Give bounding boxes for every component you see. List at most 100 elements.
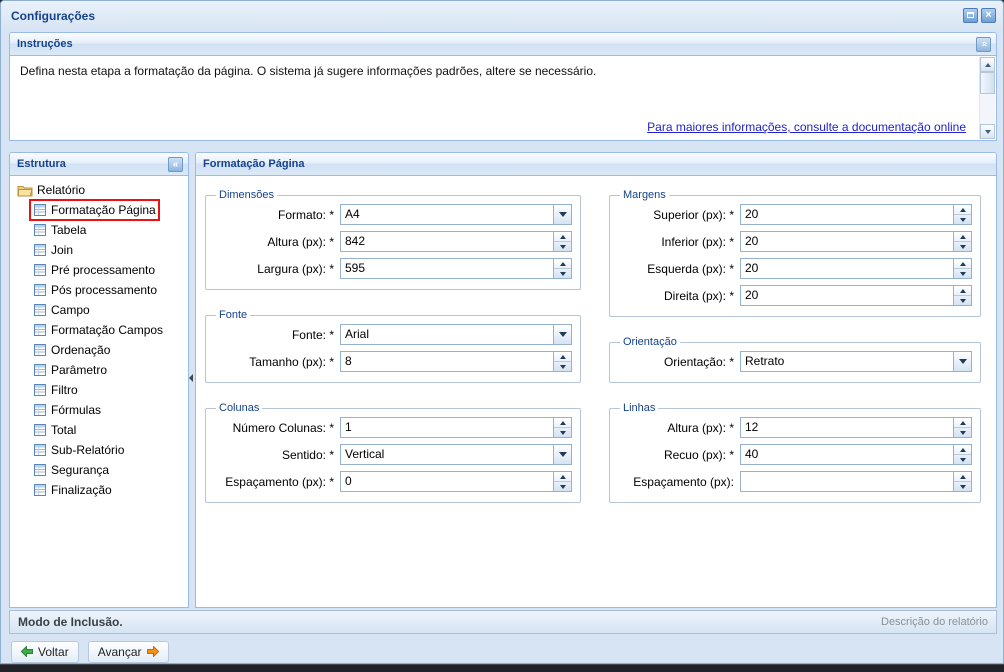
spinner-buttons[interactable] xyxy=(953,205,971,224)
spinner-up-button[interactable] xyxy=(954,259,971,269)
close-window-button[interactable]: × xyxy=(981,8,996,23)
fieldset-legend: Orientação xyxy=(620,336,680,348)
tree-item-formatacao-pagina[interactable]: Formatação Página xyxy=(10,200,188,220)
avancar-button[interactable]: Avançar xyxy=(88,641,169,663)
spinner-up-button[interactable] xyxy=(954,205,971,215)
spinner-down-button[interactable] xyxy=(954,455,971,464)
spinner-down-button[interactable] xyxy=(554,269,571,278)
spinner-buttons[interactable] xyxy=(953,418,971,437)
tree-item-formatacao-campos[interactable]: Formatação Campos xyxy=(10,320,188,340)
tree-item-total[interactable]: Total xyxy=(10,420,188,440)
spinner-up-button[interactable] xyxy=(554,418,571,428)
restore-window-button[interactable] xyxy=(963,8,978,23)
dropdown-trigger-icon[interactable] xyxy=(953,352,971,371)
dropdown-trigger-icon[interactable] xyxy=(553,205,571,224)
tree-item-filtro[interactable]: Filtro xyxy=(10,380,188,400)
splitter-collapse-arrow[interactable] xyxy=(189,374,193,382)
tree-root-relatorio[interactable]: Relatório xyxy=(10,180,188,200)
spinner-buttons[interactable] xyxy=(553,259,571,278)
scrollbar-thumb[interactable] xyxy=(980,72,995,94)
dropdown-trigger-icon[interactable] xyxy=(553,325,571,344)
scrollbar-track[interactable] xyxy=(980,94,995,124)
spinner-espacamento-px[interactable] xyxy=(740,471,972,492)
spinner-buttons[interactable] xyxy=(553,232,571,251)
spinner-buttons[interactable] xyxy=(953,232,971,251)
combo-fonte[interactable]: Arial xyxy=(340,324,572,345)
spinner-direita-px[interactable]: 20 xyxy=(740,285,972,306)
tree-item-pre-processamento[interactable]: Pré processamento xyxy=(10,260,188,280)
form-field-row: Espaçamento (px): xyxy=(618,471,972,492)
spinner-altura-px[interactable]: 12 xyxy=(740,417,972,438)
spinner-up-button[interactable] xyxy=(954,286,971,296)
spinner-up-button[interactable] xyxy=(554,472,571,482)
spinner-down-button[interactable] xyxy=(954,215,971,224)
spinner-down-button[interactable] xyxy=(554,242,571,251)
combo-sentido[interactable]: Vertical xyxy=(340,444,572,465)
spinner-numero-colunas[interactable]: 1 xyxy=(340,417,572,438)
spinner-buttons[interactable] xyxy=(553,472,571,491)
spinner-down-button[interactable] xyxy=(954,482,971,491)
spinner-up-button[interactable] xyxy=(554,259,571,269)
fieldset-legend: Colunas xyxy=(216,402,262,414)
fieldset-legend: Dimensões xyxy=(216,189,277,201)
instructions-body: Defina nesta etapa a formatação da págin… xyxy=(10,56,996,140)
tree-item-join[interactable]: Join xyxy=(10,240,188,260)
spinner-down-button[interactable] xyxy=(954,269,971,278)
combo-orientacao[interactable]: Retrato xyxy=(740,351,972,372)
documentation-link[interactable]: Para maiores informações, consulte a doc… xyxy=(647,120,966,134)
instructions-panel-header: Instruções « xyxy=(10,33,996,56)
tree-item-sub-relatorio[interactable]: Sub-Relatório xyxy=(10,440,188,460)
spinner-altura-px[interactable]: 842 xyxy=(340,231,572,252)
tree-item-finalizacao[interactable]: Finalização xyxy=(10,480,188,500)
spinner-tamanho-px[interactable]: 8 xyxy=(340,351,572,372)
field-value: Arial xyxy=(345,325,369,344)
collapse-estrutura-button[interactable]: « xyxy=(168,157,183,172)
fieldset-dimensoes: DimensõesFormato: *A4Altura (px): *842La… xyxy=(205,189,581,290)
report-node-icon xyxy=(33,203,47,217)
form-panel-header: Formatação Página xyxy=(196,153,996,176)
window-titlebar[interactable]: Configurações × xyxy=(1,1,1003,30)
spinner-up-button[interactable] xyxy=(954,232,971,242)
field-label: Superior (px): * xyxy=(618,208,740,222)
tree-item-seguranca[interactable]: Segurança xyxy=(10,460,188,480)
spinner-buttons[interactable] xyxy=(953,259,971,278)
spinner-inferior-px[interactable]: 20 xyxy=(740,231,972,252)
spinner-up-button[interactable] xyxy=(954,445,971,455)
spinner-up-button[interactable] xyxy=(954,418,971,428)
voltar-button[interactable]: Voltar xyxy=(11,641,79,663)
spinner-buttons[interactable] xyxy=(553,352,571,371)
spinner-largura-px[interactable]: 595 xyxy=(340,258,572,279)
dropdown-trigger-icon[interactable] xyxy=(553,445,571,464)
spinner-esquerda-px[interactable]: 20 xyxy=(740,258,972,279)
spinner-up-button[interactable] xyxy=(954,472,971,482)
tree-item-formulas[interactable]: Fórmulas xyxy=(10,400,188,420)
spinner-buttons[interactable] xyxy=(953,286,971,305)
spinner-down-button[interactable] xyxy=(954,242,971,251)
spinner-buttons[interactable] xyxy=(953,472,971,491)
form-field-row: Recuo (px): *40 xyxy=(618,444,972,465)
field-label: Formato: * xyxy=(214,208,340,222)
spinner-down-button[interactable] xyxy=(954,296,971,305)
tree-item-campo[interactable]: Campo xyxy=(10,300,188,320)
spinner-espacamento-px[interactable]: 0 xyxy=(340,471,572,492)
spinner-buttons[interactable] xyxy=(953,445,971,464)
tree-item-tabela[interactable]: Tabela xyxy=(10,220,188,240)
tree-item-ordenacao[interactable]: Ordenação xyxy=(10,340,188,360)
spinner-down-button[interactable] xyxy=(554,428,571,437)
tree-item-label: Parâmetro xyxy=(51,362,107,378)
spinner-superior-px[interactable]: 20 xyxy=(740,204,972,225)
collapse-instructions-button[interactable]: « xyxy=(976,37,991,52)
spinner-up-button[interactable] xyxy=(554,352,571,362)
spinner-down-button[interactable] xyxy=(554,482,571,491)
scroll-up-button[interactable] xyxy=(980,57,995,72)
tree-item-pos-processamento[interactable]: Pós processamento xyxy=(10,280,188,300)
combo-formato[interactable]: A4 xyxy=(340,204,572,225)
spinner-down-button[interactable] xyxy=(954,428,971,437)
spinner-down-button[interactable] xyxy=(554,362,571,371)
spinner-buttons[interactable] xyxy=(553,418,571,437)
tree-item-label: Pré processamento xyxy=(51,262,155,278)
scroll-down-button[interactable] xyxy=(980,124,995,139)
spinner-recuo-px[interactable]: 40 xyxy=(740,444,972,465)
spinner-up-button[interactable] xyxy=(554,232,571,242)
tree-item-parametro[interactable]: Parâmetro xyxy=(10,360,188,380)
